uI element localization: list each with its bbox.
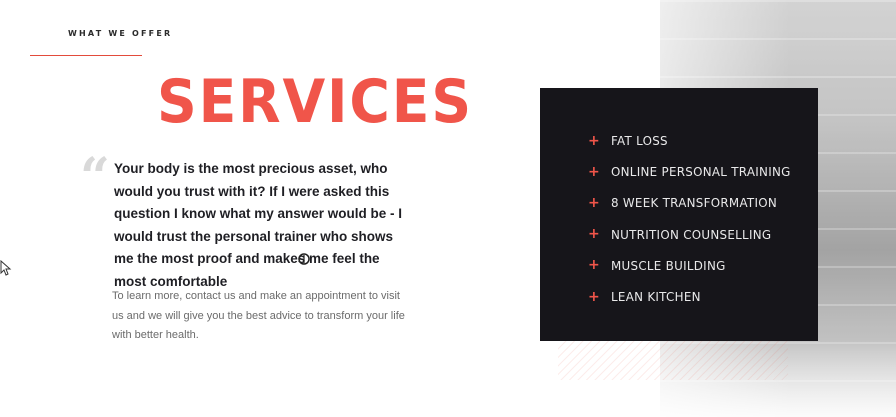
plus-icon: + [588,257,600,274]
service-label: ONLINE PERSONAL TRAINING [611,164,791,180]
plus-icon: + [588,163,600,180]
eyebrow-divider [30,55,142,56]
mouse-pointer-icon [0,260,12,276]
service-item-fat-loss[interactable]: + FAT LOSS [588,125,800,156]
service-item-nutrition-counselling[interactable]: + NUTRITION COUNSELLING [588,219,800,250]
decorative-hatch-pattern [558,340,788,380]
service-item-online-personal-training[interactable]: + ONLINE PERSONAL TRAINING [588,156,800,187]
service-label: MUSCLE BUILDING [611,257,726,273]
service-item-muscle-building[interactable]: + MUSCLE BUILDING [588,250,800,281]
services-card: + FAT LOSS + ONLINE PERSONAL TRAINING + … [540,88,818,341]
service-label: 8 WEEK TRANSFORMATION [611,195,778,211]
testimonial-quote: Your body is the most precious asset, wh… [114,161,403,289]
plus-icon: + [588,288,600,305]
plus-icon: + [588,132,600,149]
plus-icon: + [588,226,600,243]
text-cursor-icon [298,253,310,265]
services-list: + FAT LOSS + ONLINE PERSONAL TRAINING + … [588,125,800,312]
service-label: LEAN KITCHEN [611,289,701,305]
services-section: WHAT WE OFFER SERVICES “ Your body is th… [0,0,896,417]
service-label: FAT LOSS [611,133,668,149]
section-description: To learn more, contact us and make an ap… [112,290,405,341]
service-label: NUTRITION COUNSELLING [611,226,772,242]
quote-mark-icon: “ [80,147,110,208]
section-title: SERVICES [157,67,473,137]
section-eyebrow: WHAT WE OFFER [68,29,173,38]
plus-icon: + [588,194,600,211]
service-item-lean-kitchen[interactable]: + LEAN KITCHEN [588,281,800,312]
service-item-8-week-transformation[interactable]: + 8 WEEK TRANSFORMATION [588,187,800,218]
